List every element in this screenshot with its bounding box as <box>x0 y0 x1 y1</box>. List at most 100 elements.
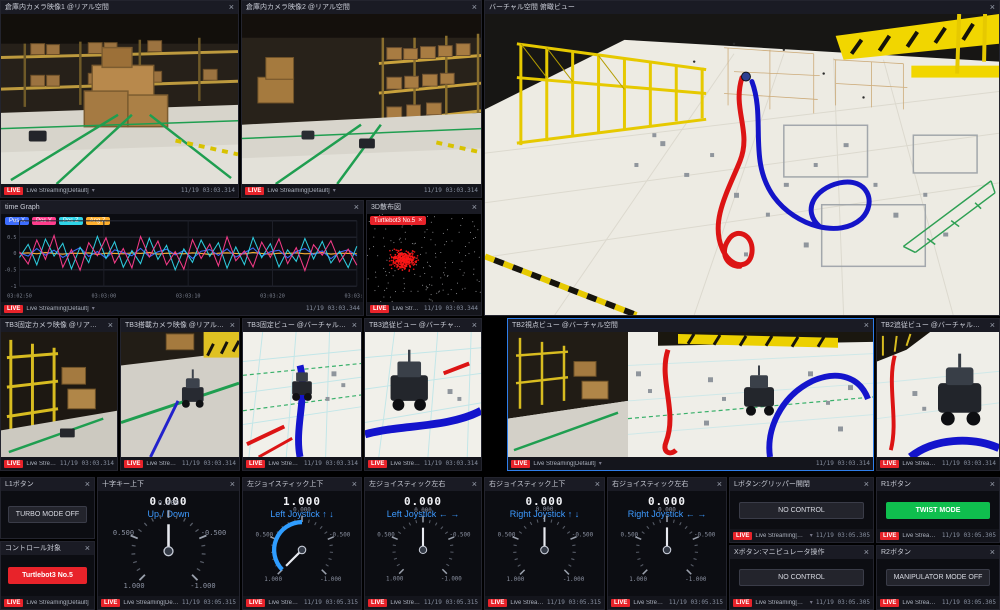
twist-mode-button[interactable]: TWIST MODE <box>886 502 991 519</box>
virtual-view-canvas[interactable] <box>877 332 999 457</box>
stream-name: Live Streaming[Default] <box>902 461 938 467</box>
panel-titlebar[interactable]: TB3固定ビュー @バーチャル空間 × <box>243 319 361 332</box>
live-badge: LIVE <box>880 599 899 607</box>
panel-title: 倉庫内カメラ映像2 @リアル空間 <box>246 1 468 14</box>
panel-virtual-overview: バーチャル空間 俯瞰ビュー × <box>484 0 1000 316</box>
close-icon[interactable]: × <box>85 480 90 489</box>
manipulator-mode-button[interactable]: MANIPULATOR MODE OFF <box>886 569 991 586</box>
panel-titlebar[interactable]: TB2視点ビュー @バーチャル空間 × <box>508 319 873 332</box>
timestamp: 11/19 03:03.314 <box>942 460 996 467</box>
close-icon[interactable]: × <box>354 203 359 212</box>
gauge-dial: 1.0000.5000.000-0.500-1.000 <box>98 491 239 596</box>
live-badge: LIVE <box>368 599 387 607</box>
panel-titlebar[interactable]: R1ボタン × <box>877 478 999 491</box>
panel-titlebar[interactable]: コントロール対象 × <box>1 542 94 555</box>
stream-select-caret[interactable]: ▾ <box>810 599 813 606</box>
close-icon[interactable]: × <box>229 3 234 12</box>
close-icon[interactable]: × <box>864 321 869 330</box>
close-icon[interactable]: × <box>864 548 869 557</box>
svg-text:03:03:10: 03:03:10 <box>176 293 201 299</box>
stream-select-caret[interactable]: ▾ <box>599 460 602 467</box>
panel-tb2-follow-virtual-view: TB2追従ビュー @バーチャル空間 × LIVE <box>876 318 1000 471</box>
panel-titlebar[interactable]: TB2追従ビュー @バーチャル空間 × <box>877 319 999 332</box>
panel-titlebar[interactable]: 右ジョイスティック左右 × <box>608 478 726 491</box>
stream-status-bar: LIVE Live Streaming[Default] ▾ 11/19 03:… <box>730 596 873 609</box>
panel-title: 左ジョイスティック左右 <box>369 478 468 491</box>
close-icon[interactable]: × <box>85 544 90 553</box>
panel-titlebar[interactable]: R2ボタン × <box>877 546 999 559</box>
stream-status-bar: LIVE Live Streaming[Default] 11/19 03:03… <box>367 302 481 315</box>
panel-titlebar[interactable]: 左ジョイスティック左右 × <box>365 478 481 491</box>
close-icon[interactable]: × <box>108 321 113 330</box>
panel-titlebar[interactable]: TB3搭載カメラ映像 @リアル空間 × <box>121 319 239 332</box>
chip-close-icon[interactable]: × <box>418 217 422 224</box>
close-icon[interactable]: × <box>352 480 357 489</box>
scatter-plot-canvas[interactable] <box>367 214 481 302</box>
close-icon[interactable]: × <box>990 548 995 557</box>
stream-status-bar: LIVE Live Streaming[Default] 11/19 03:03… <box>877 457 999 470</box>
stream-select-caret[interactable]: ▾ <box>333 187 336 194</box>
panel-titlebar[interactable]: L1ボタン × <box>1 478 94 491</box>
close-icon[interactable]: × <box>990 3 995 12</box>
robot-chip[interactable]: Turtlebot3 No.5 × <box>370 216 426 225</box>
close-icon[interactable]: × <box>864 480 869 489</box>
stream-select-caret[interactable]: ▾ <box>92 305 95 312</box>
gripper-control-button[interactable]: NO CONTROL <box>739 502 863 519</box>
control-target-button[interactable]: Turtlebot3 No.5 <box>8 567 86 584</box>
close-icon[interactable]: × <box>990 480 995 489</box>
close-icon[interactable]: × <box>472 3 477 12</box>
virtual-view-canvas[interactable] <box>508 332 873 457</box>
panel-titlebar[interactable]: Xボタン:マニピュレータ操作 × <box>730 546 873 559</box>
svg-text:1.000: 1.000 <box>506 576 524 583</box>
stream-status-bar: LIVE Live Streaming[Default] 11/19 03:03… <box>1 457 117 470</box>
panel-titlebar[interactable]: 3D散布図 × <box>367 201 481 214</box>
svg-text:0.000: 0.000 <box>414 508 432 514</box>
timestamp: 11/19 03:05.315 <box>304 599 358 606</box>
svg-text:0.500: 0.500 <box>377 533 395 539</box>
close-icon[interactable]: × <box>230 480 235 489</box>
close-icon[interactable]: × <box>352 321 357 330</box>
virtual-view-canvas[interactable] <box>365 332 481 457</box>
stream-select-caret[interactable]: ▾ <box>92 187 95 194</box>
svg-text:-0.500: -0.500 <box>201 528 226 537</box>
panel-titlebar[interactable]: 左ジョイスティック上下 × <box>243 478 361 491</box>
panel-title: 十字キー上下 <box>102 478 226 491</box>
close-icon[interactable]: × <box>472 480 477 489</box>
panel-titlebar[interactable]: 十字キー上下 × <box>98 478 239 491</box>
stream-select-caret[interactable]: ▾ <box>810 532 813 539</box>
stream-status-bar: LIVE Live Streaming[Default] ▾ 11/19 03:… <box>508 457 873 470</box>
svg-text:0.500: 0.500 <box>255 532 273 538</box>
panel-titlebar[interactable]: 右ジョイスティック上下 × <box>485 478 604 491</box>
stream-name: Live Streaming[Default] <box>755 600 806 606</box>
close-icon[interactable]: × <box>717 480 722 489</box>
stream-name: Live Streaming[Default] <box>392 306 420 312</box>
turbo-mode-button[interactable]: TURBO MODE OFF <box>8 506 86 523</box>
manipulator-control-button[interactable]: NO CONTROL <box>739 569 863 586</box>
close-icon[interactable]: × <box>990 321 995 330</box>
panel-titlebar[interactable]: バーチャル空間 俯瞰ビュー × <box>485 1 999 14</box>
panel-titlebar[interactable]: 倉庫内カメラ映像2 @リアル空間 × <box>242 1 481 14</box>
panel-titlebar[interactable]: time Graph × <box>1 201 363 214</box>
panel-titlebar[interactable]: 倉庫内カメラ映像1 @リアル空間 × <box>1 1 238 14</box>
timestamp: 11/19 03:03.314 <box>181 187 235 194</box>
panel-titlebar[interactable]: TB3固定カメラ映像 @リアル空間 × <box>1 319 117 332</box>
timestamp: 11/19 03:03.314 <box>60 460 114 467</box>
panel-titlebar[interactable]: TB3追従ビュー @バーチャル空間 × <box>365 319 481 332</box>
virtual-view-canvas[interactable] <box>243 332 361 457</box>
virtual-overview-canvas[interactable] <box>485 14 999 315</box>
close-icon[interactable]: × <box>230 321 235 330</box>
svg-text:1.000: 1.000 <box>264 577 282 583</box>
stream-name: Live Streaming[Default] <box>902 533 938 539</box>
panel-title: TB3搭載カメラ映像 @リアル空間 <box>125 319 226 332</box>
close-icon[interactable]: × <box>472 203 477 212</box>
timestamp: 11/19 03:05.315 <box>669 599 723 606</box>
stream-status-bar: LIVE Live Streaming[Default] 11/19 03:05… <box>485 596 604 609</box>
svg-text:-1.000: -1.000 <box>685 577 707 583</box>
close-icon[interactable]: × <box>595 480 600 489</box>
svg-text:03:03:20: 03:03:20 <box>260 293 285 299</box>
stream-name: Live Streaming[Default] <box>146 461 178 467</box>
panel-titlebar[interactable]: Lボタン:グリッパー開閉 × <box>730 478 873 491</box>
stream-name: Live Streaming[Default] <box>390 600 420 606</box>
close-icon[interactable]: × <box>472 321 477 330</box>
svg-text:1.000: 1.000 <box>123 581 144 590</box>
